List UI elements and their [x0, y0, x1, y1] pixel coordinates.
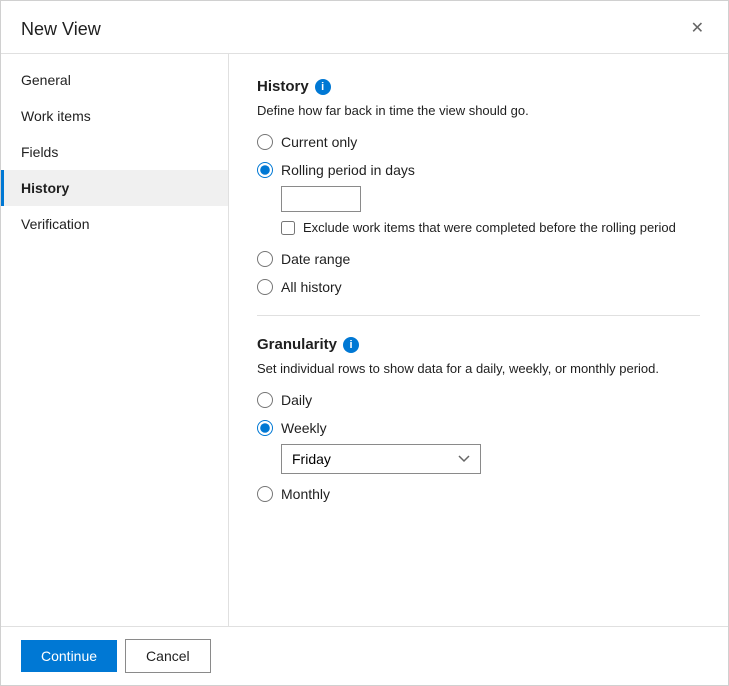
daily-label: Daily	[281, 392, 312, 408]
current-only-option[interactable]: Current only	[257, 134, 700, 150]
dialog-header: New View ✕	[1, 1, 728, 54]
history-description: Define how far back in time the view sho…	[257, 103, 700, 118]
current-only-radio[interactable]	[257, 134, 273, 150]
date-range-label: Date range	[281, 251, 350, 267]
sidebar-item-fields[interactable]: Fields	[1, 134, 228, 170]
weekly-radio[interactable]	[257, 420, 273, 436]
history-radio-group: Current only Rolling period in days 14	[257, 134, 700, 295]
history-info-icon[interactable]: i	[315, 79, 331, 95]
rolling-period-radio[interactable]	[257, 162, 273, 178]
granularity-description: Set individual rows to show data for a d…	[257, 361, 700, 376]
granularity-info-icon[interactable]: i	[343, 337, 359, 353]
new-view-dialog: New View ✕ General Work items Fields His…	[0, 0, 729, 686]
daily-option[interactable]: Daily	[257, 392, 700, 408]
monthly-option[interactable]: Monthly	[257, 486, 700, 502]
exclude-checkbox[interactable]	[281, 221, 295, 235]
rolling-days-input[interactable]: 14	[281, 186, 361, 212]
history-section: History i Define how far back in time th…	[257, 78, 700, 295]
exclude-label: Exclude work items that were completed b…	[303, 220, 676, 235]
weekly-label: Weekly	[281, 420, 327, 436]
weekly-sub-section: Sunday Monday Tuesday Wednesday Thursday…	[281, 444, 700, 474]
daily-radio[interactable]	[257, 392, 273, 408]
continue-button[interactable]: Continue	[21, 640, 117, 672]
monthly-label: Monthly	[281, 486, 330, 502]
date-range-option[interactable]: Date range	[257, 251, 700, 267]
sidebar: General Work items Fields History Verifi…	[1, 54, 229, 626]
rolling-period-option[interactable]: Rolling period in days	[257, 162, 700, 178]
exclude-checkbox-item[interactable]: Exclude work items that were completed b…	[281, 220, 700, 235]
all-history-option[interactable]: All history	[257, 279, 700, 295]
weekly-option[interactable]: Weekly	[257, 420, 700, 436]
granularity-section-title: Granularity i	[257, 336, 700, 353]
sidebar-item-general[interactable]: General	[1, 62, 228, 98]
sidebar-item-verification[interactable]: Verification	[1, 206, 228, 242]
granularity-section: Granularity i Set individual rows to sho…	[257, 336, 700, 502]
sidebar-item-history[interactable]: History	[1, 170, 228, 206]
sidebar-item-work-items[interactable]: Work items	[1, 98, 228, 134]
date-range-radio[interactable]	[257, 251, 273, 267]
granularity-radio-group: Daily Weekly Sunday Monday Tuesday	[257, 392, 700, 502]
rolling-sub-section: 14 Exclude work items that were complete…	[281, 186, 700, 235]
dialog-body: General Work items Fields History Verifi…	[1, 54, 728, 626]
current-only-label: Current only	[281, 134, 357, 150]
dialog-title: New View	[21, 19, 101, 40]
rolling-period-container: Rolling period in days 14 Exclude work i…	[257, 162, 700, 239]
rolling-period-label: Rolling period in days	[281, 162, 415, 178]
section-divider	[257, 315, 700, 316]
main-content: History i Define how far back in time th…	[229, 54, 728, 626]
all-history-label: All history	[281, 279, 342, 295]
dialog-footer: Continue Cancel	[1, 626, 728, 685]
all-history-radio[interactable]	[257, 279, 273, 295]
monthly-radio[interactable]	[257, 486, 273, 502]
history-section-title: History i	[257, 78, 700, 95]
cancel-button[interactable]: Cancel	[125, 639, 211, 673]
close-button[interactable]: ✕	[687, 17, 708, 41]
weekly-container: Weekly Sunday Monday Tuesday Wednesday T…	[257, 420, 700, 474]
day-of-week-select[interactable]: Sunday Monday Tuesday Wednesday Thursday…	[281, 444, 481, 474]
